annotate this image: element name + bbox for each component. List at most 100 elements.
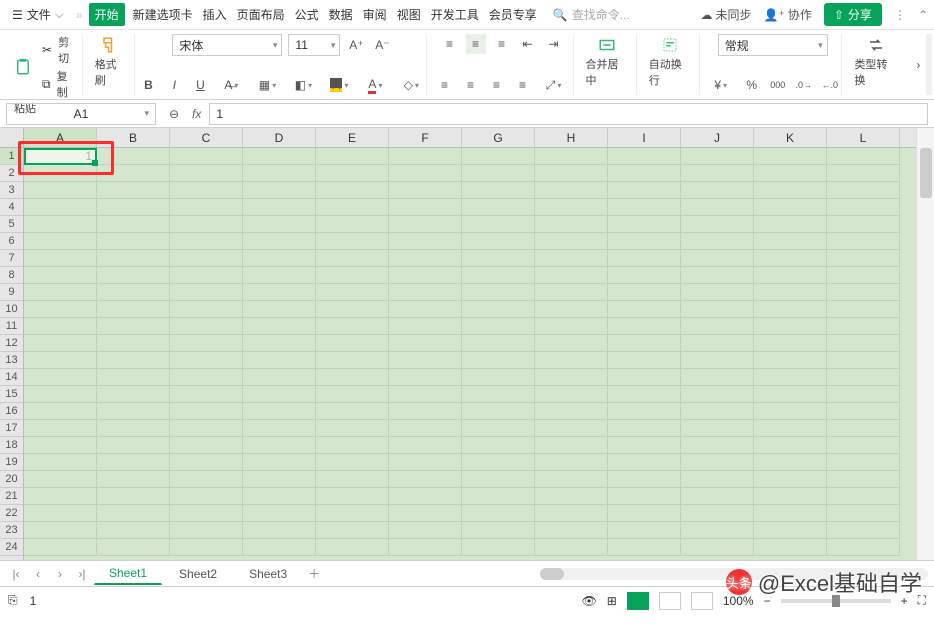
cell[interactable] [24,403,97,420]
name-box[interactable]: A1 [6,103,156,125]
cell[interactable] [462,352,535,369]
cell[interactable] [97,148,170,165]
cell[interactable] [243,471,316,488]
scrollbar-thumb[interactable] [920,148,932,198]
file-menu[interactable]: ☰ 文件 ⌵ [6,4,70,25]
formula-input[interactable]: 1 [209,103,928,125]
cell[interactable] [243,199,316,216]
cell[interactable] [389,539,462,556]
cell[interactable] [243,182,316,199]
cell[interactable] [316,182,389,199]
cell[interactable] [535,471,608,488]
fill-color-icon[interactable]: A [324,75,354,95]
row-header-13[interactable]: 13 [0,352,23,369]
col-header-C[interactable]: C [170,128,243,147]
cell[interactable] [24,216,97,233]
cell[interactable] [608,488,681,505]
cell[interactable] [462,335,535,352]
cell[interactable] [316,505,389,522]
cell[interactable] [681,522,754,539]
cell[interactable] [170,488,243,505]
cell[interactable] [827,250,900,267]
cell[interactable] [170,250,243,267]
cell[interactable] [97,369,170,386]
cell[interactable] [827,403,900,420]
cell[interactable] [608,335,681,352]
cell[interactable] [97,420,170,437]
cell[interactable] [462,267,535,284]
cell[interactable] [681,284,754,301]
sheet-tab-1[interactable]: Sheet1 [94,562,162,585]
cell[interactable] [535,403,608,420]
cell[interactable] [97,233,170,250]
tab-newcard[interactable]: 新建选项卡 [131,3,195,26]
cell[interactable] [243,233,316,250]
cell-style-icon[interactable]: ◧ [288,75,318,95]
cell[interactable] [535,352,608,369]
cell[interactable] [754,267,827,284]
cell[interactable] [389,352,462,369]
cell[interactable] [24,284,97,301]
cell[interactable] [316,522,389,539]
cell[interactable] [389,386,462,403]
fx-icon[interactable]: fx [192,107,201,121]
align-left-icon[interactable]: ≡ [435,75,455,95]
cell[interactable] [24,301,97,318]
cell[interactable] [97,505,170,522]
cell[interactable] [462,250,535,267]
cell[interactable] [24,505,97,522]
decrease-decimal-icon[interactable]: ←.0 [820,75,840,95]
cell[interactable] [681,267,754,284]
row-header-7[interactable]: 7 [0,250,23,267]
cell[interactable] [535,386,608,403]
align-middle-icon[interactable]: ≡ [466,34,486,54]
cell[interactable] [243,250,316,267]
cell[interactable] [389,199,462,216]
cell[interactable] [608,369,681,386]
cell[interactable] [24,199,97,216]
cell[interactable] [754,403,827,420]
cell[interactable] [243,420,316,437]
tab-member[interactable]: 会员专享 [487,3,539,26]
cell[interactable] [681,403,754,420]
cell[interactable] [462,284,535,301]
cell[interactable] [170,505,243,522]
cell[interactable] [462,522,535,539]
cell[interactable] [754,216,827,233]
cell[interactable] [535,233,608,250]
cell[interactable] [243,454,316,471]
cell[interactable] [389,250,462,267]
cell[interactable] [170,284,243,301]
sheet-nav-first-icon[interactable]: |‹ [6,567,26,581]
sheet-tab-2[interactable]: Sheet2 [164,563,232,585]
cell[interactable] [243,505,316,522]
cell[interactable] [754,250,827,267]
cell[interactable] [170,403,243,420]
col-header-G[interactable]: G [462,128,535,147]
sheet-nav-last-icon[interactable]: ›| [72,567,92,581]
cell[interactable] [754,386,827,403]
cell[interactable] [608,420,681,437]
cell[interactable] [681,199,754,216]
cell[interactable] [389,335,462,352]
cell[interactable] [608,318,681,335]
align-bottom-icon[interactable]: ≡ [492,34,512,54]
cell[interactable] [389,369,462,386]
cell[interactable] [608,539,681,556]
cell[interactable] [608,216,681,233]
cell[interactable] [608,233,681,250]
cell[interactable] [754,165,827,182]
tab-view[interactable]: 视图 [395,3,423,26]
cell[interactable] [535,505,608,522]
col-header-A[interactable]: A [24,128,97,147]
row-header-22[interactable]: 22 [0,505,23,522]
cell[interactable] [24,539,97,556]
cell[interactable] [535,199,608,216]
cell[interactable] [681,318,754,335]
merge-button[interactable]: 合并居中 [582,34,632,90]
cell[interactable] [170,471,243,488]
cell[interactable] [462,182,535,199]
cell[interactable] [170,420,243,437]
ribbon-scrollbar[interactable] [926,34,932,95]
collapse-ribbon-icon[interactable]: ⌃ [918,8,928,22]
